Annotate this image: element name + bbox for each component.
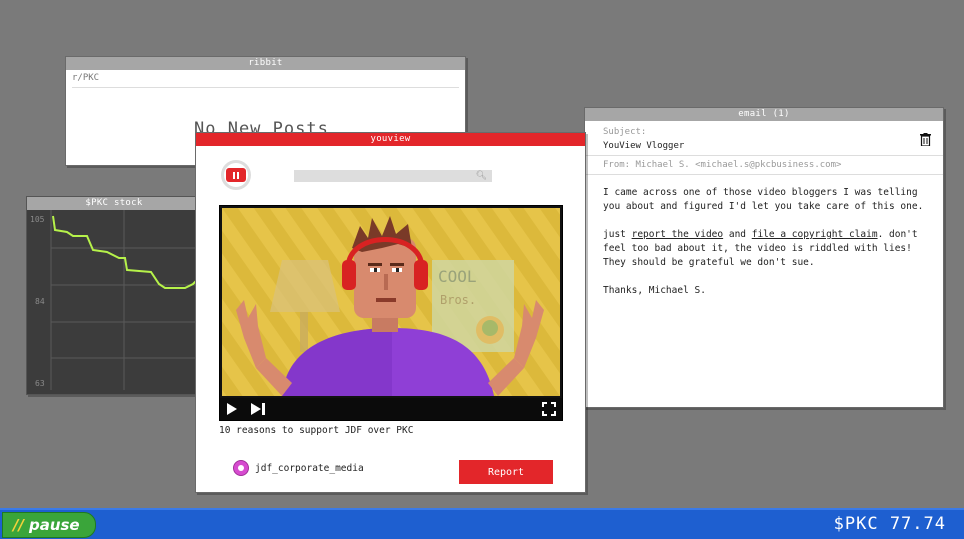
- channel-name[interactable]: jdf_corporate_media: [255, 463, 364, 474]
- stock-price-readout: $PKC 77.74: [833, 514, 946, 534]
- ribbit-titlebar[interactable]: ribbit: [66, 57, 465, 70]
- taskbar: // pause $PKC 77.74: [0, 508, 964, 539]
- report-video-link[interactable]: report the video: [632, 229, 724, 240]
- skip-next-icon[interactable]: [250, 403, 266, 415]
- stock-line: [52, 215, 200, 289]
- poster-title: COOL: [438, 267, 477, 286]
- channel-avatar-icon: [233, 460, 249, 476]
- stock-chart: 105 84 63: [30, 210, 201, 390]
- video-title: 10 reasons to support JDF over PKC: [219, 425, 414, 436]
- pause-button[interactable]: // pause: [2, 512, 96, 538]
- pause-label: pause: [28, 516, 80, 534]
- email-signature: Thanks, Michael S.: [603, 285, 706, 296]
- pause-icon: //: [13, 516, 24, 534]
- stock-window[interactable]: $PKC stock 105 84 63: [26, 196, 202, 395]
- search-input[interactable]: 🔍︎: [294, 170, 492, 182]
- pause-logo-icon: [226, 168, 246, 182]
- email-from: From: Michael S. <michael.s@pkcbusiness.…: [603, 160, 842, 170]
- video-player[interactable]: COOL Bros.: [219, 205, 563, 421]
- video-controls: [220, 398, 562, 420]
- youview-titlebar[interactable]: youview: [196, 133, 585, 146]
- email-titlebar[interactable]: email (1): [585, 108, 943, 121]
- tick-label: 84: [35, 297, 45, 306]
- trash-icon[interactable]: [920, 133, 931, 149]
- subreddit-label: r/PKC: [72, 73, 459, 88]
- report-button[interactable]: Report: [459, 460, 553, 484]
- channel-link[interactable]: jdf_corporate_media: [233, 460, 364, 476]
- video-frame: COOL Bros.: [222, 208, 560, 396]
- tick-label: 63: [35, 379, 45, 388]
- email-paragraph: just report the video and file a copyrig…: [603, 229, 918, 268]
- email-body: I came across one of those video blogger…: [603, 186, 933, 312]
- copyright-claim-link[interactable]: file a copyright claim: [752, 229, 878, 240]
- poster-subtitle: Bros.: [440, 293, 476, 307]
- youview-logo: [221, 160, 251, 190]
- email-subject: YouView Vlogger: [603, 141, 685, 151]
- tick-label: 105: [30, 215, 45, 224]
- search-icon[interactable]: 🔍︎: [476, 171, 487, 181]
- fullscreen-icon[interactable]: [542, 402, 556, 416]
- stock-titlebar[interactable]: $PKC stock: [27, 197, 201, 210]
- play-icon[interactable]: [226, 403, 238, 415]
- email-window[interactable]: email (1) Subject: YouView Vlogger From:…: [584, 107, 944, 408]
- email-paragraph: I came across one of those video blogger…: [603, 187, 924, 212]
- youview-window[interactable]: youview 🔍︎ COOL Bros. 10 reasons to supp…: [195, 132, 586, 493]
- subject-label: Subject:: [603, 127, 647, 137]
